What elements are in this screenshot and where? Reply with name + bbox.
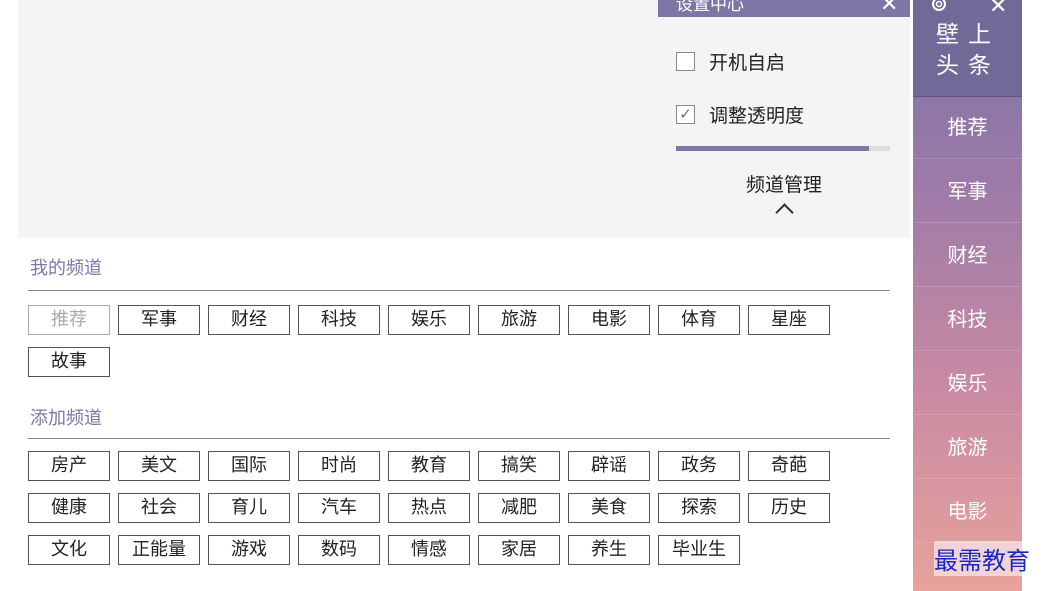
channel-tag[interactable]: 时尚: [298, 451, 380, 481]
sidebar-item[interactable]: 娱乐: [913, 352, 1022, 415]
transparency-checkbox[interactable]: ✓: [676, 105, 695, 124]
channel-tag[interactable]: 汽车: [298, 493, 380, 523]
auto-start-checkbox[interactable]: [676, 52, 695, 71]
channel-tag[interactable]: 情感: [388, 535, 470, 565]
auto-start-row[interactable]: 开机自启: [676, 48, 785, 75]
transparency-row[interactable]: ✓ 调整透明度: [676, 101, 804, 128]
channel-tag[interactable]: 美文: [118, 451, 200, 481]
settings-panel: 设置中心 ✕ 开机自启 ✓ 调整透明度 频道管理: [658, 0, 910, 238]
channel-tag[interactable]: 体育: [658, 305, 740, 335]
channel-tag[interactable]: 故事: [28, 347, 110, 377]
my-channels-title: 我的频道: [30, 258, 102, 279]
sidebar-item[interactable]: 推荐: [913, 96, 1022, 159]
channel-tag[interactable]: 养生: [568, 535, 650, 565]
sidebar-item[interactable]: 旅游: [913, 416, 1022, 479]
sidebar-item[interactable]: 财经: [913, 224, 1022, 287]
transparency-slider-fill: [676, 146, 869, 151]
settings-close-button[interactable]: ✕: [880, 0, 898, 16]
app-logo: 壁上头条: [936, 22, 1000, 79]
channel-tag[interactable]: 奇葩: [748, 451, 830, 481]
channel-tag[interactable]: 星座: [748, 305, 830, 335]
channel-tag[interactable]: 社会: [118, 493, 200, 523]
channel-tag[interactable]: 教育: [388, 451, 470, 481]
content-preview-area: [18, 0, 658, 238]
channel-tag[interactable]: 健康: [28, 493, 110, 523]
auto-start-label: 开机自启: [709, 52, 786, 74]
sidebar-item[interactable]: 电影: [913, 480, 1022, 543]
transparency-slider[interactable]: [676, 146, 890, 151]
sidebar-header: ✕ 壁上头条: [913, 0, 1022, 97]
channel-tag[interactable]: 数码: [298, 535, 380, 565]
channel-tag[interactable]: 搞笑: [478, 451, 560, 481]
channel-tag[interactable]: 辟谣: [568, 451, 650, 481]
channel-tag[interactable]: 房产: [28, 451, 110, 481]
channel-tag[interactable]: 娱乐: [388, 305, 470, 335]
sidebar-item[interactable]: 军事: [913, 160, 1022, 223]
sidebar: ✕ 壁上头条 推荐 军事 财经 科技 娱乐 旅游 电影: [913, 0, 1022, 591]
channel-tag[interactable]: 家居: [478, 535, 560, 565]
channel-tag[interactable]: 探索: [658, 493, 740, 523]
my-channels-divider: [28, 290, 890, 291]
channel-tag[interactable]: 国际: [208, 451, 290, 481]
gear-icon[interactable]: [929, 0, 949, 14]
settings-title: 设置中心: [676, 0, 744, 15]
channel-tag[interactable]: 毕业生: [658, 535, 740, 565]
chevron-up-icon[interactable]: [775, 203, 794, 222]
channel-tag: 推荐: [28, 305, 110, 335]
channel-management-label[interactable]: 频道管理: [658, 170, 910, 197]
watermark-text: 最需教育: [934, 541, 1030, 576]
channel-tag[interactable]: 科技: [298, 305, 380, 335]
channel-tag[interactable]: 美食: [568, 493, 650, 523]
sidebar-close-button[interactable]: ✕: [989, 0, 1007, 19]
channel-tag[interactable]: 文化: [28, 535, 110, 565]
channel-tag[interactable]: 旅游: [478, 305, 560, 335]
channel-tag[interactable]: 历史: [748, 493, 830, 523]
channel-tag[interactable]: 财经: [208, 305, 290, 335]
channel-tag[interactable]: 减肥: [478, 493, 560, 523]
add-channels-title: 添加频道: [30, 408, 102, 429]
channel-tag[interactable]: 正能量: [118, 535, 200, 565]
add-channels-divider: [28, 438, 890, 439]
transparency-label: 调整透明度: [709, 105, 805, 127]
channel-tag[interactable]: 政务: [658, 451, 740, 481]
channel-tag[interactable]: 电影: [568, 305, 650, 335]
channel-tag[interactable]: 军事: [118, 305, 200, 335]
channel-tag[interactable]: 育儿: [208, 493, 290, 523]
channel-tag[interactable]: 游戏: [208, 535, 290, 565]
channel-tag[interactable]: 热点: [388, 493, 470, 523]
settings-header: 设置中心 ✕: [658, 0, 910, 17]
sidebar-item[interactable]: 科技: [913, 288, 1022, 351]
